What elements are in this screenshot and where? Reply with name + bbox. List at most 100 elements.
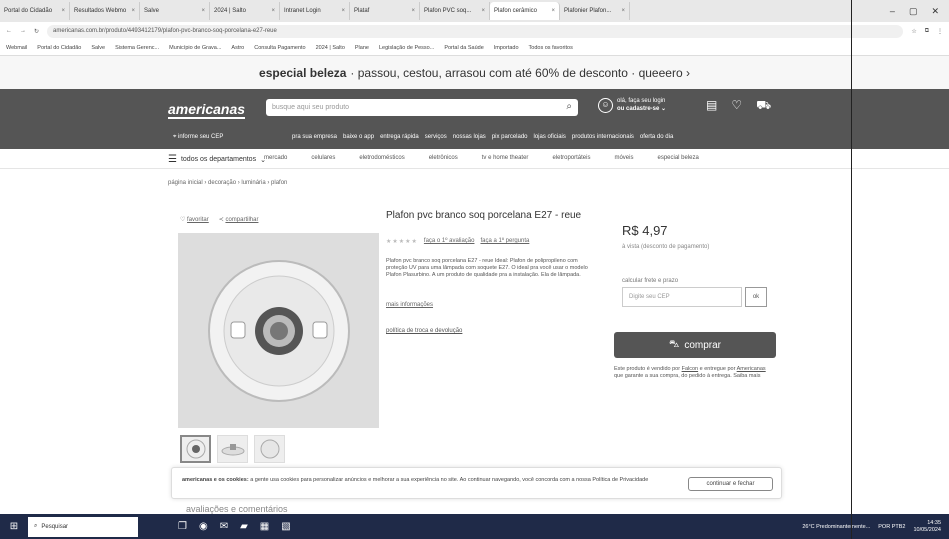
- close-icon[interactable]: ×: [341, 8, 345, 14]
- more-info-link[interactable]: mais informações: [386, 302, 433, 308]
- review-link[interactable]: faça o 1º avaliação: [424, 238, 475, 245]
- weather-text[interactable]: 26°C Predominantemente...: [802, 524, 870, 530]
- seller-info: Este produto é vendido por Falcon e entr…: [614, 366, 776, 380]
- tab-label: Resultados Webmo: [74, 8, 127, 14]
- category-item[interactable]: móveis: [614, 155, 633, 161]
- bookmark-item[interactable]: Importado: [494, 45, 519, 51]
- bookmark-item[interactable]: Astro: [231, 45, 244, 51]
- header-link[interactable]: oferta do dia: [640, 134, 673, 140]
- thumbnail[interactable]: [254, 435, 285, 463]
- header-link[interactable]: baixe o app: [343, 134, 374, 140]
- category-item[interactable]: eletrônicos: [429, 155, 458, 161]
- close-icon[interactable]: ×: [61, 8, 65, 14]
- header-link[interactable]: lojas oficiais: [534, 134, 566, 140]
- mail-icon[interactable]: ✉: [220, 521, 228, 532]
- bookmark-item[interactable]: Sistema Gerenc...: [115, 45, 159, 51]
- browser-tab[interactable]: Plataf ×: [350, 2, 420, 20]
- close-icon[interactable]: ×: [201, 8, 205, 14]
- extensions-icon[interactable]: ⧉: [925, 28, 929, 35]
- search-input[interactable]: busque aqui seu produto ⌕: [266, 99, 578, 116]
- cart-icon[interactable]: ⛟: [756, 98, 771, 114]
- buy-button[interactable]: ⛍ comprar: [614, 332, 776, 358]
- category-item[interactable]: tv e home theater: [482, 155, 529, 161]
- close-icon[interactable]: ×: [621, 8, 625, 14]
- heart-icon[interactable]: ♡: [731, 98, 742, 114]
- header-link[interactable]: entrega rápida: [380, 134, 419, 140]
- ok-button[interactable]: ok: [745, 287, 767, 307]
- brand-link[interactable]: Americanas: [737, 366, 766, 372]
- bookmark-item[interactable]: Portal da Saúde: [444, 45, 483, 51]
- reload-icon[interactable]: ↻: [34, 28, 39, 35]
- taskbar-search[interactable]: ⌕ Pesquisar: [28, 516, 138, 537]
- thumbnail[interactable]: [180, 435, 211, 463]
- bookmark-item[interactable]: Portal do Cidadão: [37, 45, 81, 51]
- chrome-icon[interactable]: ◉: [199, 521, 208, 532]
- forward-icon[interactable]: →: [20, 28, 26, 34]
- star-icon[interactable]: ☆: [911, 28, 916, 35]
- task-view-icon[interactable]: ❐: [178, 521, 187, 532]
- browser-tab[interactable]: Salve ×: [140, 2, 210, 20]
- word-icon[interactable]: ▧: [281, 521, 290, 532]
- bookmark-item[interactable]: Consulta Pagamento: [254, 45, 305, 51]
- product-image[interactable]: [178, 233, 379, 428]
- browser-tab[interactable]: Portal do Cidadão ×: [0, 2, 70, 20]
- search-icon[interactable]: ⌕: [566, 101, 572, 112]
- promo-banner[interactable]: especial beleza · passou, cestou, arraso…: [0, 56, 949, 89]
- folder-icon[interactable]: ▰: [240, 521, 248, 532]
- category-item[interactable]: mercado: [264, 155, 287, 161]
- bookmark-item[interactable]: Salve: [91, 45, 105, 51]
- question-link[interactable]: faça a 1º pergunta: [480, 238, 529, 245]
- category-item[interactable]: especial beleza: [657, 155, 698, 161]
- thumbnail-list: [180, 435, 285, 463]
- category-item[interactable]: eletrodomésticos: [359, 155, 404, 161]
- list-icon[interactable]: ▤: [706, 98, 717, 114]
- bookmark-item[interactable]: Legislação de Pesso...: [379, 45, 434, 51]
- header-link[interactable]: pra sua empresa: [292, 134, 337, 140]
- bookmark-item[interactable]: Município de Grava...: [169, 45, 221, 51]
- browser-tab[interactable]: Plafon PVC soq... ×: [420, 2, 490, 20]
- maximize-icon[interactable]: ▢: [909, 6, 918, 17]
- breadcrumb[interactable]: página inicial › decoração › luminária ›…: [168, 180, 287, 186]
- close-icon[interactable]: ×: [131, 8, 135, 14]
- browser-tab[interactable]: 2024 | Salto ×: [210, 2, 280, 20]
- browser-tab[interactable]: Resultados Webmo ×: [70, 2, 140, 20]
- browser-tab[interactable]: Intranet Login ×: [280, 2, 350, 20]
- bookmark-item[interactable]: Plane: [355, 45, 369, 51]
- share-button[interactable]: ≺ compartilhar: [219, 216, 259, 223]
- thumbnail[interactable]: [217, 435, 248, 463]
- bookmark-item[interactable]: Todos os favoritos: [529, 45, 573, 51]
- login-link[interactable]: ☺ olá, faça seu login ou cadastre-se ⌄: [598, 97, 666, 113]
- minimize-icon[interactable]: –: [890, 6, 895, 17]
- header-link[interactable]: produtos internacionais: [572, 134, 634, 140]
- tab-label: Plataf: [354, 8, 370, 14]
- cep-field[interactable]: Digite seu CEP: [622, 287, 742, 307]
- clock[interactable]: 14:35 10/05/2024: [913, 520, 941, 534]
- close-icon[interactable]: ×: [271, 8, 275, 14]
- browser-tab[interactable]: Plafonier Plafon... ×: [560, 2, 630, 20]
- americanas-logo[interactable]: americanas: [168, 101, 246, 119]
- cep-link[interactable]: ⌖ informe seu CEP: [173, 134, 223, 141]
- departments-menu[interactable]: ☰ todos os departamentos ⌄: [168, 154, 266, 165]
- seller-link[interactable]: Falcon: [682, 366, 699, 372]
- excel-icon[interactable]: ▦: [260, 521, 269, 532]
- category-item[interactable]: celulares: [311, 155, 335, 161]
- return-policy-link[interactable]: política de troca e devolução: [386, 328, 462, 334]
- back-icon[interactable]: ←: [6, 28, 12, 34]
- bookmark-item[interactable]: Webmail: [6, 45, 27, 51]
- browser-tab[interactable]: Plafon cerâmico ×: [490, 2, 560, 20]
- language-indicator[interactable]: POR PTB2: [878, 524, 905, 530]
- favorite-button[interactable]: ♡ favoritar: [180, 216, 209, 223]
- bookmark-item[interactable]: 2024 | Salto: [316, 45, 345, 51]
- header-link[interactable]: serviços: [425, 134, 447, 140]
- header-link[interactable]: pix parcelado: [492, 134, 528, 140]
- close-icon[interactable]: ×: [481, 8, 485, 14]
- windows-start-icon[interactable]: ⊞: [0, 521, 28, 532]
- cookie-close-button[interactable]: continuar e fechar: [688, 477, 773, 491]
- close-icon[interactable]: ×: [551, 8, 555, 14]
- url-field[interactable]: americanas.com.br/produto/4493412179/pla…: [47, 24, 904, 38]
- menu-icon[interactable]: ⋮: [937, 28, 943, 35]
- header-link[interactable]: nossas lojas: [453, 134, 486, 140]
- close-window-icon[interactable]: ✕: [931, 6, 939, 17]
- close-icon[interactable]: ×: [411, 8, 415, 14]
- category-item[interactable]: eletroportáteis: [552, 155, 590, 161]
